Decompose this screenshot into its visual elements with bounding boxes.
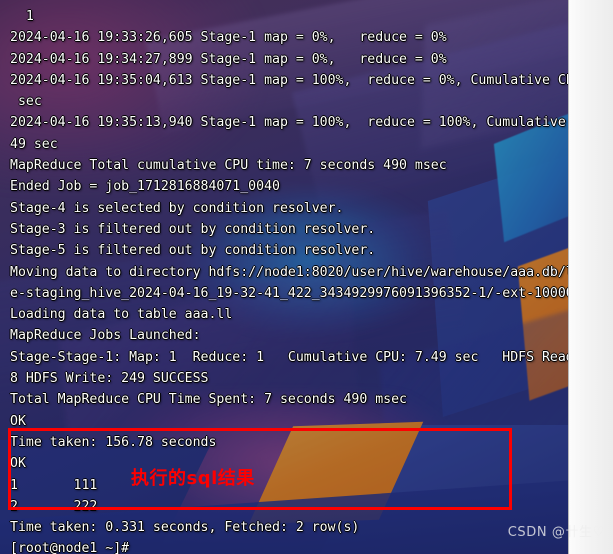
terminal-line: 2024-04-16 19:33:26,605 Stage-1 map = 0%… bbox=[10, 30, 447, 46]
terminal-line: e-staging_hive_2024-04-16_19-32-41_422_3… bbox=[10, 285, 568, 301]
csdn-watermark: CSDN @卄生♡ bbox=[507, 525, 605, 540]
terminal-line: sec bbox=[10, 94, 42, 110]
terminal-line: Ended Job = job_1712816884071_0040 bbox=[10, 179, 280, 195]
terminal-line: 1 111 bbox=[10, 477, 98, 493]
terminal-line: 2024-04-16 19:35:13,940 Stage-1 map = 10… bbox=[10, 115, 568, 131]
terminal-line: Stage-4 is selected by condition resolve… bbox=[10, 200, 344, 216]
terminal-output[interactable]: 1 2024-04-16 19:33:26,605 Stage-1 map = 0… bbox=[0, 0, 568, 554]
annotation-label: 执行的sql结果 bbox=[131, 468, 255, 489]
terminal-line: OK bbox=[10, 413, 26, 429]
terminal-line: 2024-04-16 19:35:04,613 Stage-1 map = 10… bbox=[10, 72, 568, 88]
terminal-line: Stage-3 is filtered out by condition res… bbox=[10, 221, 376, 237]
terminal-line: MapReduce Jobs Launched: bbox=[10, 328, 201, 344]
terminal-line: Total MapReduce CPU Time Spent: 7 second… bbox=[10, 392, 407, 408]
terminal-line: OK bbox=[10, 456, 26, 472]
background-window[interactable] bbox=[568, 0, 613, 554]
terminal-line: Moving data to directory hdfs://node1:80… bbox=[10, 264, 568, 280]
terminal-line: MapReduce Total cumulative CPU time: 7 s… bbox=[10, 158, 447, 174]
terminal-line: [root@node1 ~]# bbox=[10, 541, 130, 554]
terminal-line: 49 sec bbox=[10, 136, 58, 152]
terminal-line: Loading data to table aaa.ll bbox=[10, 307, 233, 323]
terminal-line: 2 222 bbox=[10, 498, 98, 514]
terminal-line: 1 bbox=[10, 9, 34, 24]
terminal-window[interactable]: 1 2024-04-16 19:33:26,605 Stage-1 map = 0… bbox=[0, 0, 568, 554]
terminal-line: Time taken: 0.331 seconds, Fetched: 2 ro… bbox=[10, 520, 360, 536]
terminal-line: 8 HDFS Write: 249 SUCCESS bbox=[10, 371, 209, 387]
terminal-line: 2024-04-16 19:34:27,899 Stage-1 map = 0%… bbox=[10, 51, 447, 67]
terminal-line: Stage-Stage-1: Map: 1 Reduce: 1 Cumulati… bbox=[10, 349, 568, 365]
screenshot-root: 1 2024-04-16 19:33:26,605 Stage-1 map = 0… bbox=[0, 0, 613, 554]
terminal-line: Stage-5 is filtered out by condition res… bbox=[10, 243, 376, 259]
terminal-line: Time taken: 156.78 seconds bbox=[10, 434, 217, 450]
